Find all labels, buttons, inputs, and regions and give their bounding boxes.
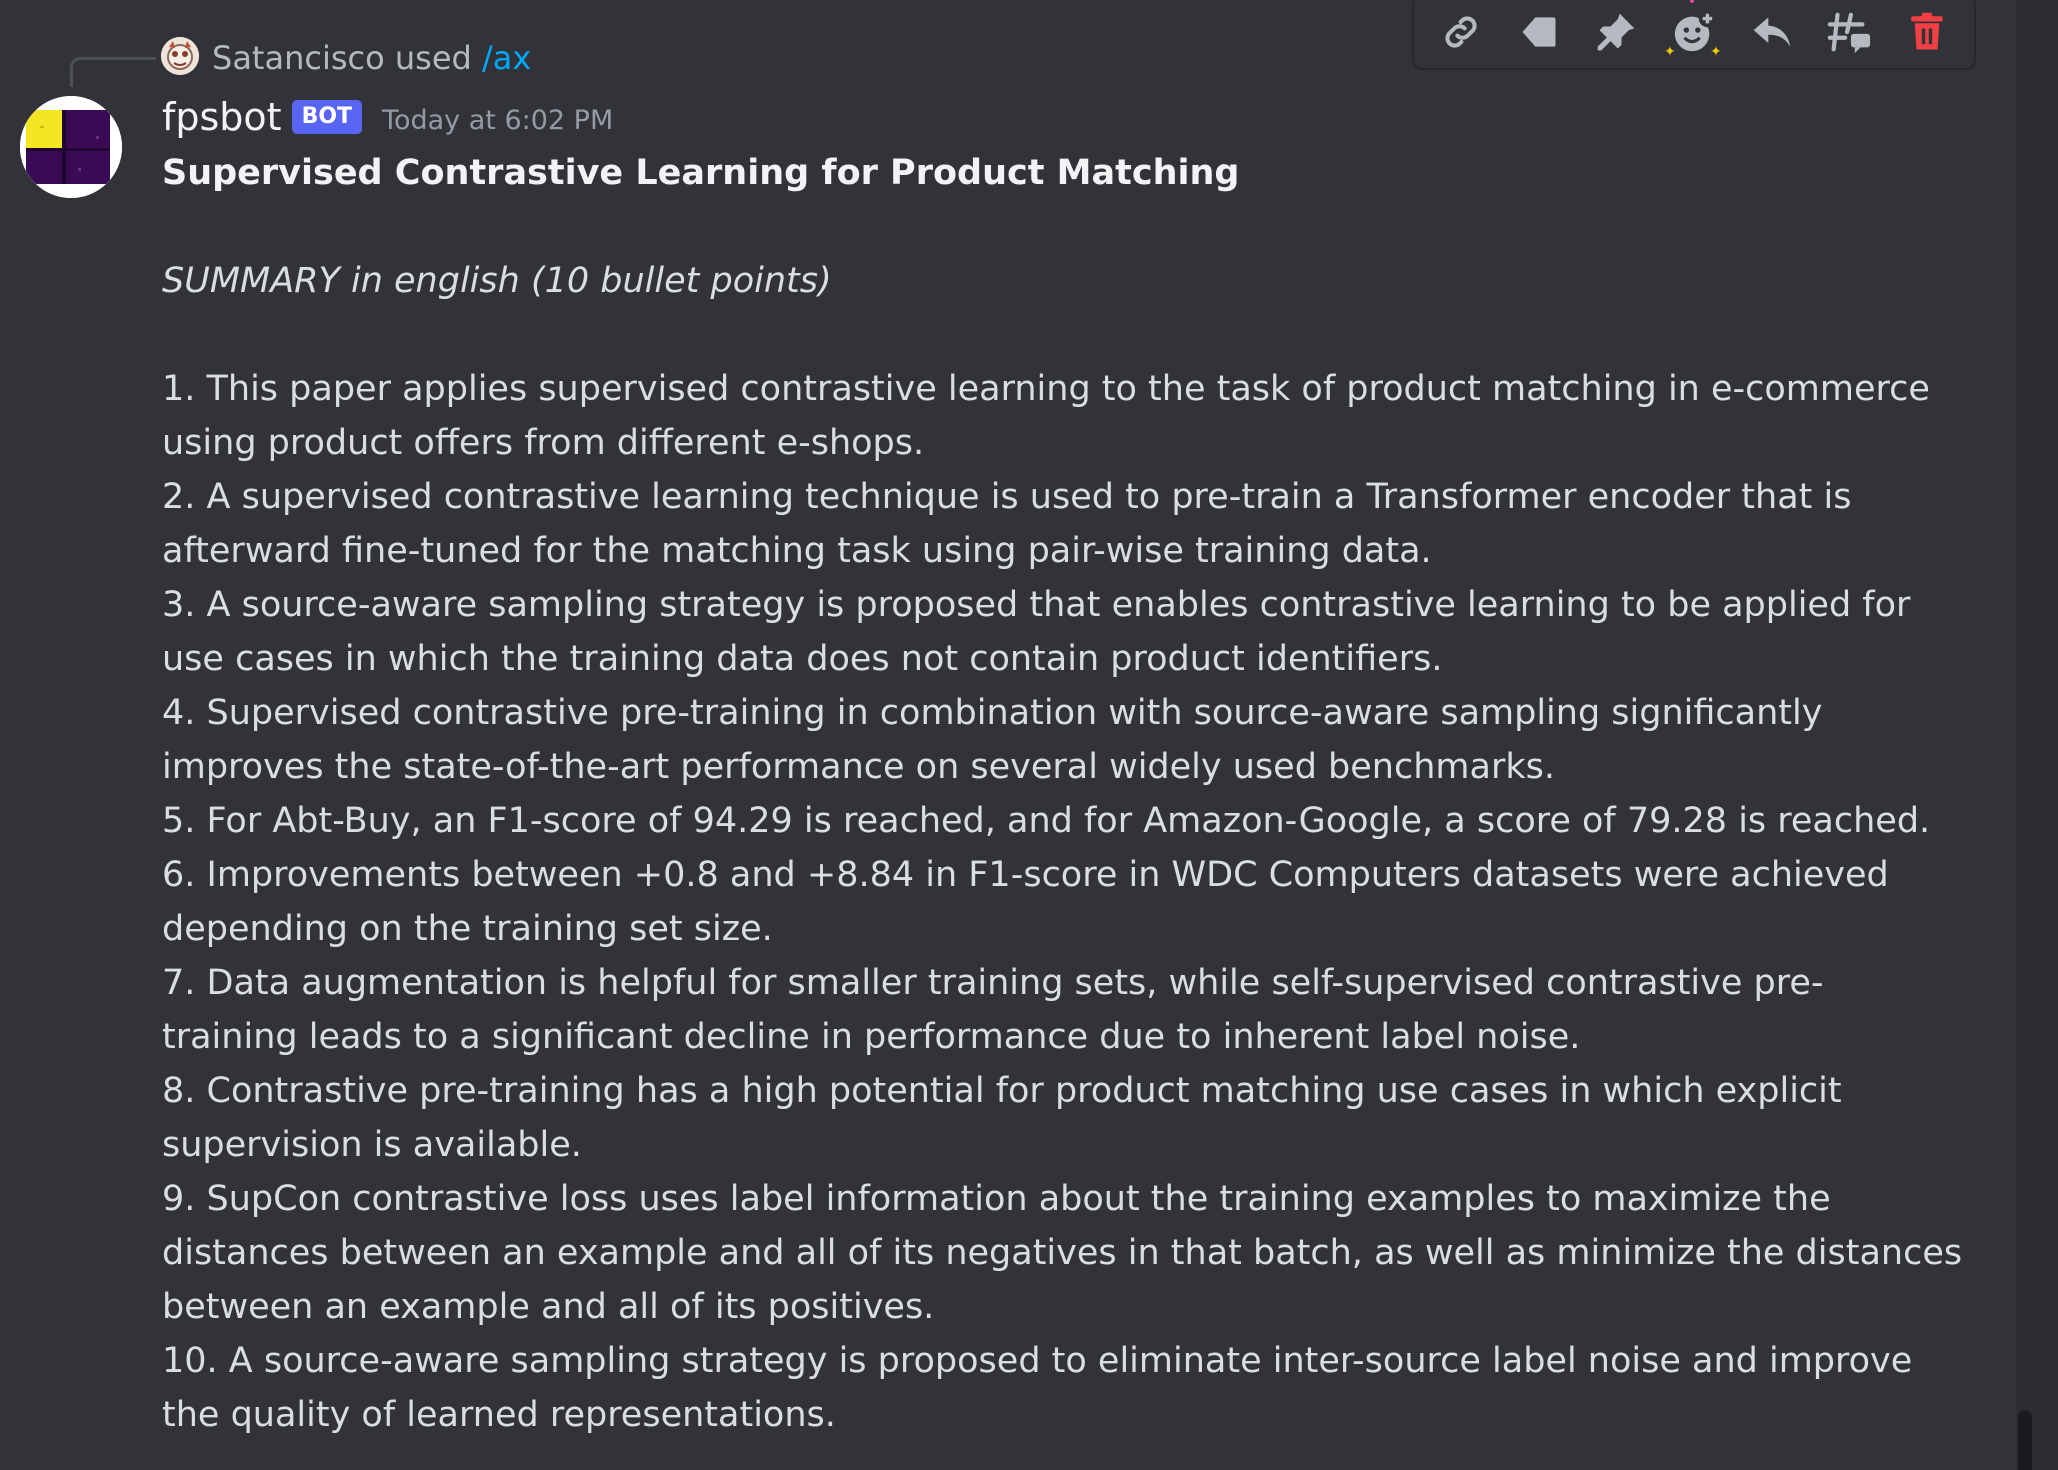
scrollbar-track[interactable] — [2016, 0, 2058, 1470]
copy-link-button[interactable] — [1429, 0, 1493, 64]
link-icon — [1445, 16, 1477, 48]
summary-line: distances between an example and all of … — [162, 1233, 1963, 1273]
summary-line: improves the state-of-the-art performanc… — [162, 747, 1555, 787]
create-thread-icon — [1828, 12, 1871, 54]
reply-action: used — [394, 39, 472, 77]
reply-username[interactable]: Satancisco — [212, 39, 385, 77]
sparkle-icon: • — [1687, 0, 1697, 10]
summary-line: 8. Contrastive pre-training has a high p… — [162, 1071, 1842, 1111]
command-name[interactable]: /ax — [482, 39, 531, 77]
message-header: fpsbot BOT Today at 6:02 PM — [162, 92, 613, 142]
create-thread-button[interactable] — [1817, 0, 1881, 64]
chat-view: Satancisco used /ax fpsbot BOT Today at … — [0, 0, 2058, 1470]
summary-line: between an example and all of its positi… — [162, 1287, 935, 1327]
message-content: Supervised Contrastive Learning for Prod… — [162, 146, 1963, 1442]
summary-line: afterward fine-tuned for the matching ta… — [162, 531, 1432, 571]
author-avatar[interactable] — [20, 96, 122, 198]
reply-user-avatar[interactable] — [161, 37, 199, 75]
delete-message-button[interactable] — [1895, 0, 1959, 64]
message-timestamp[interactable]: Today at 6:02 PM — [382, 105, 613, 136]
summary-line: training leads to a significant decline … — [162, 1017, 1581, 1057]
message-actions-toolbar: ✦ ✦ • — [1412, 0, 1976, 70]
mark-unread-button[interactable] — [1507, 0, 1571, 64]
summary-line: 3. A source-aware sampling strategy is p… — [162, 585, 1911, 625]
summary-line: depending on the training set size. — [162, 909, 773, 949]
reply-button[interactable] — [1740, 0, 1804, 64]
summary-line: 7. Data augmentation is helpful for smal… — [162, 963, 1824, 1003]
summary-line: the quality of learned representations. — [162, 1395, 836, 1435]
summary-line: 4. Supervised contrastive pre-training i… — [162, 693, 1823, 733]
add-reaction-button[interactable]: ✦ ✦ • — [1662, 0, 1726, 64]
summary-line: supervision is available. — [162, 1125, 582, 1165]
author-username[interactable]: fpsbot — [162, 95, 282, 139]
bot-badge: BOT — [291, 100, 363, 134]
pin-icon — [1597, 13, 1635, 51]
reply-icon — [1753, 17, 1790, 47]
summary-line: using product offers from different e-sh… — [162, 423, 925, 463]
scrollbar-thumb[interactable] — [2018, 1410, 2032, 1470]
summary-line: 6. Improvements between +0.8 and +8.84 i… — [162, 855, 1889, 895]
summary-heading: SUMMARY in english (10 bullet points) — [162, 261, 832, 301]
pin-message-button[interactable] — [1584, 0, 1648, 64]
summary-line: 2. A supervised contrastive learning tec… — [162, 477, 1852, 517]
sparkle-icon: ✦ — [1709, 44, 1722, 60]
summary-line: 9. SupCon contrastive loss uses label in… — [162, 1179, 1831, 1219]
summary-line: use cases in which the training data doe… — [162, 639, 1443, 679]
summary-line: 10. A source-aware sampling strategy is … — [162, 1341, 1913, 1381]
reply-spine — [70, 57, 156, 87]
command-usage-line: Satancisco used /ax — [212, 36, 531, 80]
message-title: Supervised Contrastive Learning for Prod… — [162, 153, 1240, 193]
sparkle-icon: ✦ — [1663, 44, 1676, 60]
delete-icon — [1911, 12, 1943, 50]
summary-line: 1. This paper applies supervised contras… — [162, 369, 1930, 409]
summary-line: 5. For Abt-Buy, an F1-score of 94.29 is … — [162, 801, 1931, 841]
summary-list: 1. This paper applies supervised contras… — [162, 362, 1963, 1442]
mark-unread-icon — [1522, 17, 1556, 47]
